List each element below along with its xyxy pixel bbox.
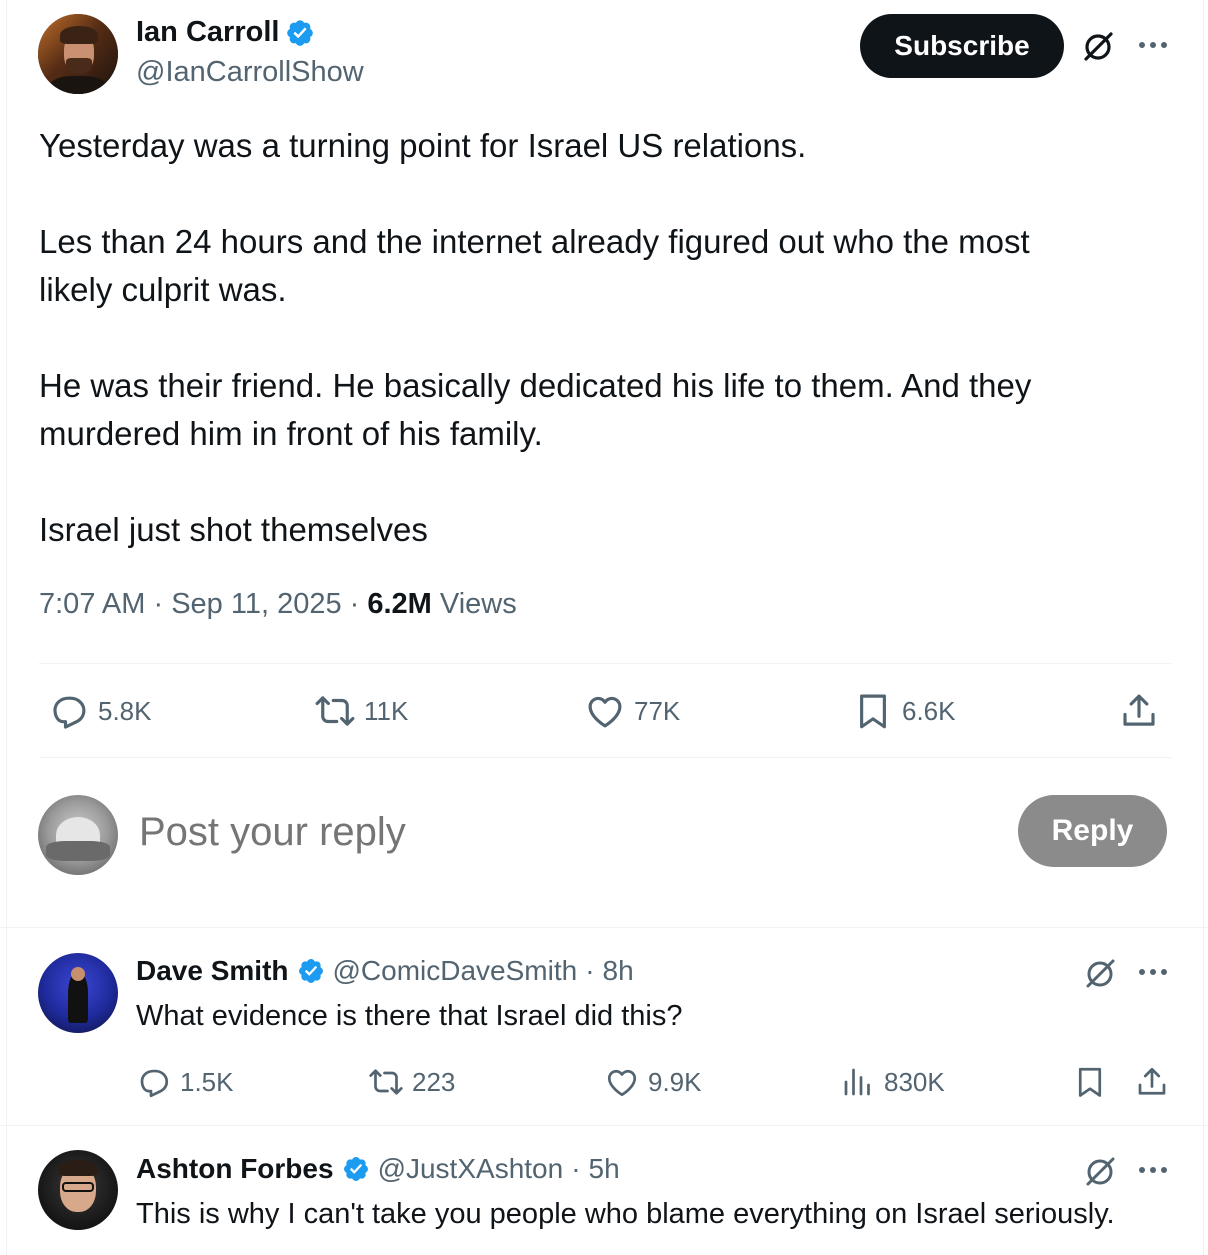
reply-author-handle[interactable]: @JustXAshton [378, 1153, 564, 1185]
author-name-row[interactable]: Ian Carroll [136, 16, 315, 49]
author-avatar[interactable] [38, 14, 118, 94]
share-action[interactable] [1118, 690, 1160, 732]
post-line: He was their friend. He basically dedica… [39, 367, 1032, 404]
reply-age[interactable]: 5h [589, 1153, 620, 1185]
like-icon [607, 1069, 637, 1097]
repost-icon [315, 696, 355, 726]
reply-icon [53, 696, 86, 729]
reply-avatar[interactable] [38, 1150, 118, 1230]
grok-icon[interactable] [1082, 1153, 1118, 1189]
verified-badge-icon [298, 959, 323, 983]
reply-avatar[interactable] [38, 953, 118, 1033]
bookmark-icon [1078, 1067, 1102, 1097]
post-date[interactable]: Sep 11, 2025 [171, 588, 341, 620]
section-divider [0, 1125, 1208, 1126]
post-text: Yesterday was a turning point for Israel… [39, 122, 1159, 554]
like-action[interactable]: 77K [584, 690, 680, 732]
bookmark-action[interactable] [1072, 1064, 1108, 1100]
verified-badge-icon [287, 19, 314, 46]
repost-count: 223 [412, 1066, 456, 1097]
post-line: Yesterday was a turning point for Israel… [39, 127, 807, 164]
more-icon[interactable] [1136, 955, 1170, 989]
views-action[interactable]: 830K [840, 1064, 945, 1100]
section-divider [0, 927, 1208, 928]
views-icon [844, 1068, 870, 1096]
share-icon [1123, 694, 1155, 726]
reply-text: What evidence is there that Israel did t… [136, 1000, 683, 1032]
repost-action[interactable]: 223 [368, 1064, 455, 1100]
bookmark-action[interactable]: 6.6K [852, 690, 956, 732]
post-line: murdered him in front of his family. [39, 415, 543, 452]
grok-icon[interactable] [1082, 955, 1118, 991]
reply-input[interactable] [139, 804, 839, 860]
like-count: 9.9K [648, 1066, 702, 1097]
separator-dot: · [585, 955, 595, 986]
author-name[interactable]: Ian Carroll [136, 16, 279, 49]
divider [39, 663, 1171, 664]
like-count: 77K [634, 695, 681, 726]
like-action[interactable]: 9.9K [604, 1064, 702, 1100]
verified-badge-icon [343, 1157, 368, 1181]
reply-age[interactable]: 8h [603, 955, 634, 987]
reply-author-name[interactable]: Dave Smith [136, 955, 289, 987]
reply-author-handle[interactable]: @ComicDaveSmith [333, 955, 578, 987]
more-icon[interactable] [1136, 1153, 1170, 1187]
repost-action[interactable]: 11K [314, 690, 408, 732]
reply-action[interactable]: 1.5K [136, 1064, 234, 1100]
share-icon [1138, 1067, 1166, 1095]
reply-button[interactable]: Reply [1018, 795, 1167, 867]
views-label: Views [439, 588, 517, 620]
grok-icon[interactable] [1080, 28, 1116, 64]
reply-icon [140, 1069, 169, 1098]
repost-count: 11K [364, 695, 409, 726]
divider [39, 757, 1171, 758]
post-line: Les than 24 hours and the internet alrea… [39, 223, 1030, 260]
reply-header: Dave Smith @ComicDaveSmith · 8h [136, 955, 634, 987]
author-handle[interactable]: @IanCarrollShow [136, 56, 364, 89]
separator-dot: · [571, 1153, 581, 1184]
post-meta: 7:07 AM · Sep 11, 2025 · 6.2M Views [39, 588, 517, 620]
share-action[interactable] [1134, 1064, 1170, 1100]
reply-action[interactable]: 5.8K [48, 690, 152, 732]
views-count: 6.2M [367, 588, 432, 620]
post-line: Israel just shot themselves [39, 511, 428, 548]
reply-header: Ashton Forbes @JustXAshton · 5h [136, 1153, 620, 1185]
more-icon[interactable] [1136, 28, 1170, 62]
like-icon [588, 696, 622, 728]
views-count: 830K [884, 1066, 945, 1097]
reply-text: This is why I can't take you people who … [136, 1198, 1115, 1230]
post-time[interactable]: 7:07 AM [39, 588, 145, 620]
reply-count: 5.8K [98, 695, 152, 726]
current-user-avatar[interactable] [38, 795, 118, 875]
bookmark-count: 6.6K [902, 695, 956, 726]
reply-count: 1.5K [180, 1066, 234, 1097]
subscribe-button[interactable]: Subscribe [860, 14, 1064, 78]
reply-author-name[interactable]: Ashton Forbes [136, 1153, 334, 1185]
repost-icon [369, 1069, 403, 1095]
bookmark-icon [860, 694, 886, 729]
post-line: likely culprit was. [39, 271, 287, 308]
